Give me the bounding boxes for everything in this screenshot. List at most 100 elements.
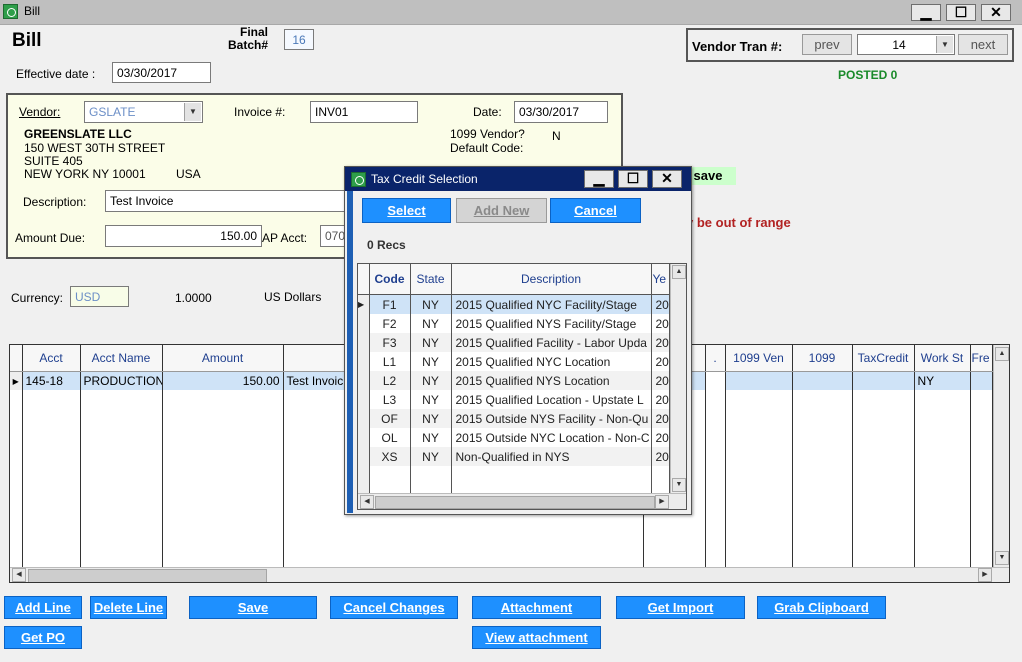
cell-description[interactable]: 2015 Qualified NYC Facility/Stage [451,294,652,314]
cell-amount[interactable]: 150.00 [162,371,284,390]
cell-acct-name[interactable]: PRODUCTION [80,371,163,390]
list-item[interactable]: L2 NY 2015 Qualified NYS Location 20 [358,371,670,390]
cell-taxcredit[interactable] [852,371,915,390]
cell-year[interactable]: 20 [651,428,670,447]
description-field[interactable]: Test Invoice [105,190,350,212]
scroll-up-icon[interactable]: ▲ [995,347,1009,361]
scroll-down-icon[interactable]: ▼ [995,551,1009,565]
list-item[interactable]: L1 NY 2015 Qualified NYC Location 20 [358,352,670,371]
col-1099[interactable]: 1099 [792,345,853,372]
currency-field[interactable]: USD [70,286,129,307]
cell-code[interactable]: L1 [369,352,411,371]
scroll-left-icon[interactable]: ◀ [12,568,26,582]
cell-state[interactable]: NY [410,447,452,466]
attachment-button[interactable]: Attachment [472,596,601,619]
cell-description[interactable]: Non-Qualified in NYS [451,447,652,466]
col-fre[interactable]: Fre [970,345,993,372]
prev-button[interactable]: prev [802,34,852,55]
maximize-icon[interactable]: ☐ [946,4,976,21]
get-po-button[interactable]: Get PO [4,626,82,649]
scroll-thumb[interactable] [28,569,267,582]
cell-state[interactable]: NY [410,352,452,371]
cell-description[interactable]: 2015 Qualified NYS Location [451,371,652,390]
popup-col-state[interactable]: State [410,264,452,295]
cell-state[interactable]: NY [410,428,452,447]
grid-horizontal-scrollbar[interactable]: ◀ ▶ [10,567,1009,582]
date-field[interactable]: 03/30/2017 [514,101,608,123]
scroll-down-icon[interactable]: ▼ [672,478,686,492]
scroll-right-icon[interactable]: ▶ [655,495,669,509]
dialog-minimize-icon[interactable]: ▁ [584,170,614,188]
col-dot[interactable]: . [705,345,726,372]
list-item[interactable]: OF NY 2015 Outside NYS Facility - Non-Qu… [358,409,670,428]
vendor-tran-select[interactable]: 14 ▼ [857,34,955,55]
cell-year[interactable]: 20 [651,333,670,352]
col-work-state[interactable]: Work St [914,345,971,372]
cell-year[interactable]: 20 [651,371,670,390]
cell-state[interactable]: NY [410,333,452,352]
dialog-close-icon[interactable]: ✕ [652,170,682,188]
dialog-maximize-icon[interactable]: ☐ [618,170,648,188]
cell-description[interactable]: 2015 Outside NYS Facility - Non-Qu [451,409,652,428]
cell-year[interactable]: 20 [651,294,670,314]
grid-vertical-scrollbar[interactable]: ▲ ▼ [993,345,1009,567]
cell-year[interactable]: 20 [651,314,670,333]
popup-col-code[interactable]: Code [369,264,411,295]
cell-state[interactable]: NY [410,371,452,390]
scroll-up-icon[interactable]: ▲ [672,265,686,279]
col-1099-ven[interactable]: 1099 Ven [725,345,793,372]
cell-description[interactable]: 2015 Qualified Location - Upstate L [451,390,652,409]
cell-1099-ven[interactable] [725,371,793,390]
col-amount[interactable]: Amount [162,345,284,372]
cell-work-state[interactable]: NY [914,371,971,390]
dialog-cancel-button[interactable]: Cancel [550,198,641,223]
scroll-thumb[interactable] [375,496,655,509]
cell-state[interactable]: NY [410,314,452,333]
next-button[interactable]: next [958,34,1008,55]
cell-year[interactable]: 20 [651,409,670,428]
add-line-button[interactable]: Add Line [4,596,82,619]
cell-description[interactable]: 2015 Outside NYC Location - Non-C [451,428,652,447]
col-acct[interactable]: Acct [22,345,81,372]
invoice-field[interactable]: INV01 [310,101,418,123]
cell-fre[interactable] [970,371,993,390]
popup-col-year[interactable]: Ye [651,264,670,295]
scroll-left-icon[interactable]: ◀ [360,495,374,509]
cell-1099[interactable] [792,371,853,390]
select-button[interactable]: Select [362,198,451,223]
list-item[interactable]: XS NY Non-Qualified in NYS 20 [358,447,670,466]
close-icon[interactable]: ✕ [981,4,1011,21]
cell-year[interactable]: 20 [651,352,670,371]
cancel-changes-button[interactable]: Cancel Changes [330,596,458,619]
grab-clipboard-button[interactable]: Grab Clipboard [757,596,886,619]
list-item[interactable]: OL NY 2015 Outside NYC Location - Non-C … [358,428,670,447]
amount-due-field[interactable]: 150.00 [105,225,262,247]
popup-col-description[interactable]: Description [451,264,652,295]
col-acct-name[interactable]: Acct Name [80,345,163,372]
cell-year[interactable]: 20 [651,390,670,409]
cell-code[interactable]: F3 [369,333,411,352]
cell-description[interactable]: 2015 Qualified NYS Facility/Stage [451,314,652,333]
cell-state[interactable]: NY [410,409,452,428]
cell-code[interactable]: L3 [369,390,411,409]
cell-state[interactable]: NY [410,294,452,314]
list-item[interactable]: L3 NY 2015 Qualified Location - Upstate … [358,390,670,409]
col-taxcredit[interactable]: TaxCredit [852,345,915,372]
list-item[interactable]: F2 NY 2015 Qualified NYS Facility/Stage … [358,314,670,333]
popup-horizontal-scrollbar[interactable]: ◀ ▶ [358,493,686,509]
cell-description[interactable]: 2015 Qualified NYC Location [451,352,652,371]
cell-description[interactable]: 2015 Qualified Facility - Labor Upda [451,333,652,352]
cell-code[interactable]: L2 [369,371,411,390]
cell-code[interactable]: XS [369,447,411,466]
save-button[interactable]: Save [189,596,317,619]
cell-state[interactable]: NY [410,390,452,409]
delete-line-button[interactable]: Delete Line [90,596,167,619]
popup-vertical-scrollbar[interactable]: ▲ ▼ [670,264,686,493]
list-item[interactable]: ▶ F1 NY 2015 Qualified NYC Facility/Stag… [358,294,670,314]
scroll-right-icon[interactable]: ▶ [978,568,992,582]
cell-code[interactable]: F1 [369,294,411,314]
cell-acct[interactable]: 145-18 [22,371,81,390]
vendor-select[interactable]: GSLATE ▼ [84,101,203,123]
cell-code[interactable]: OL [369,428,411,447]
effective-date-field[interactable]: 03/30/2017 [112,62,211,83]
